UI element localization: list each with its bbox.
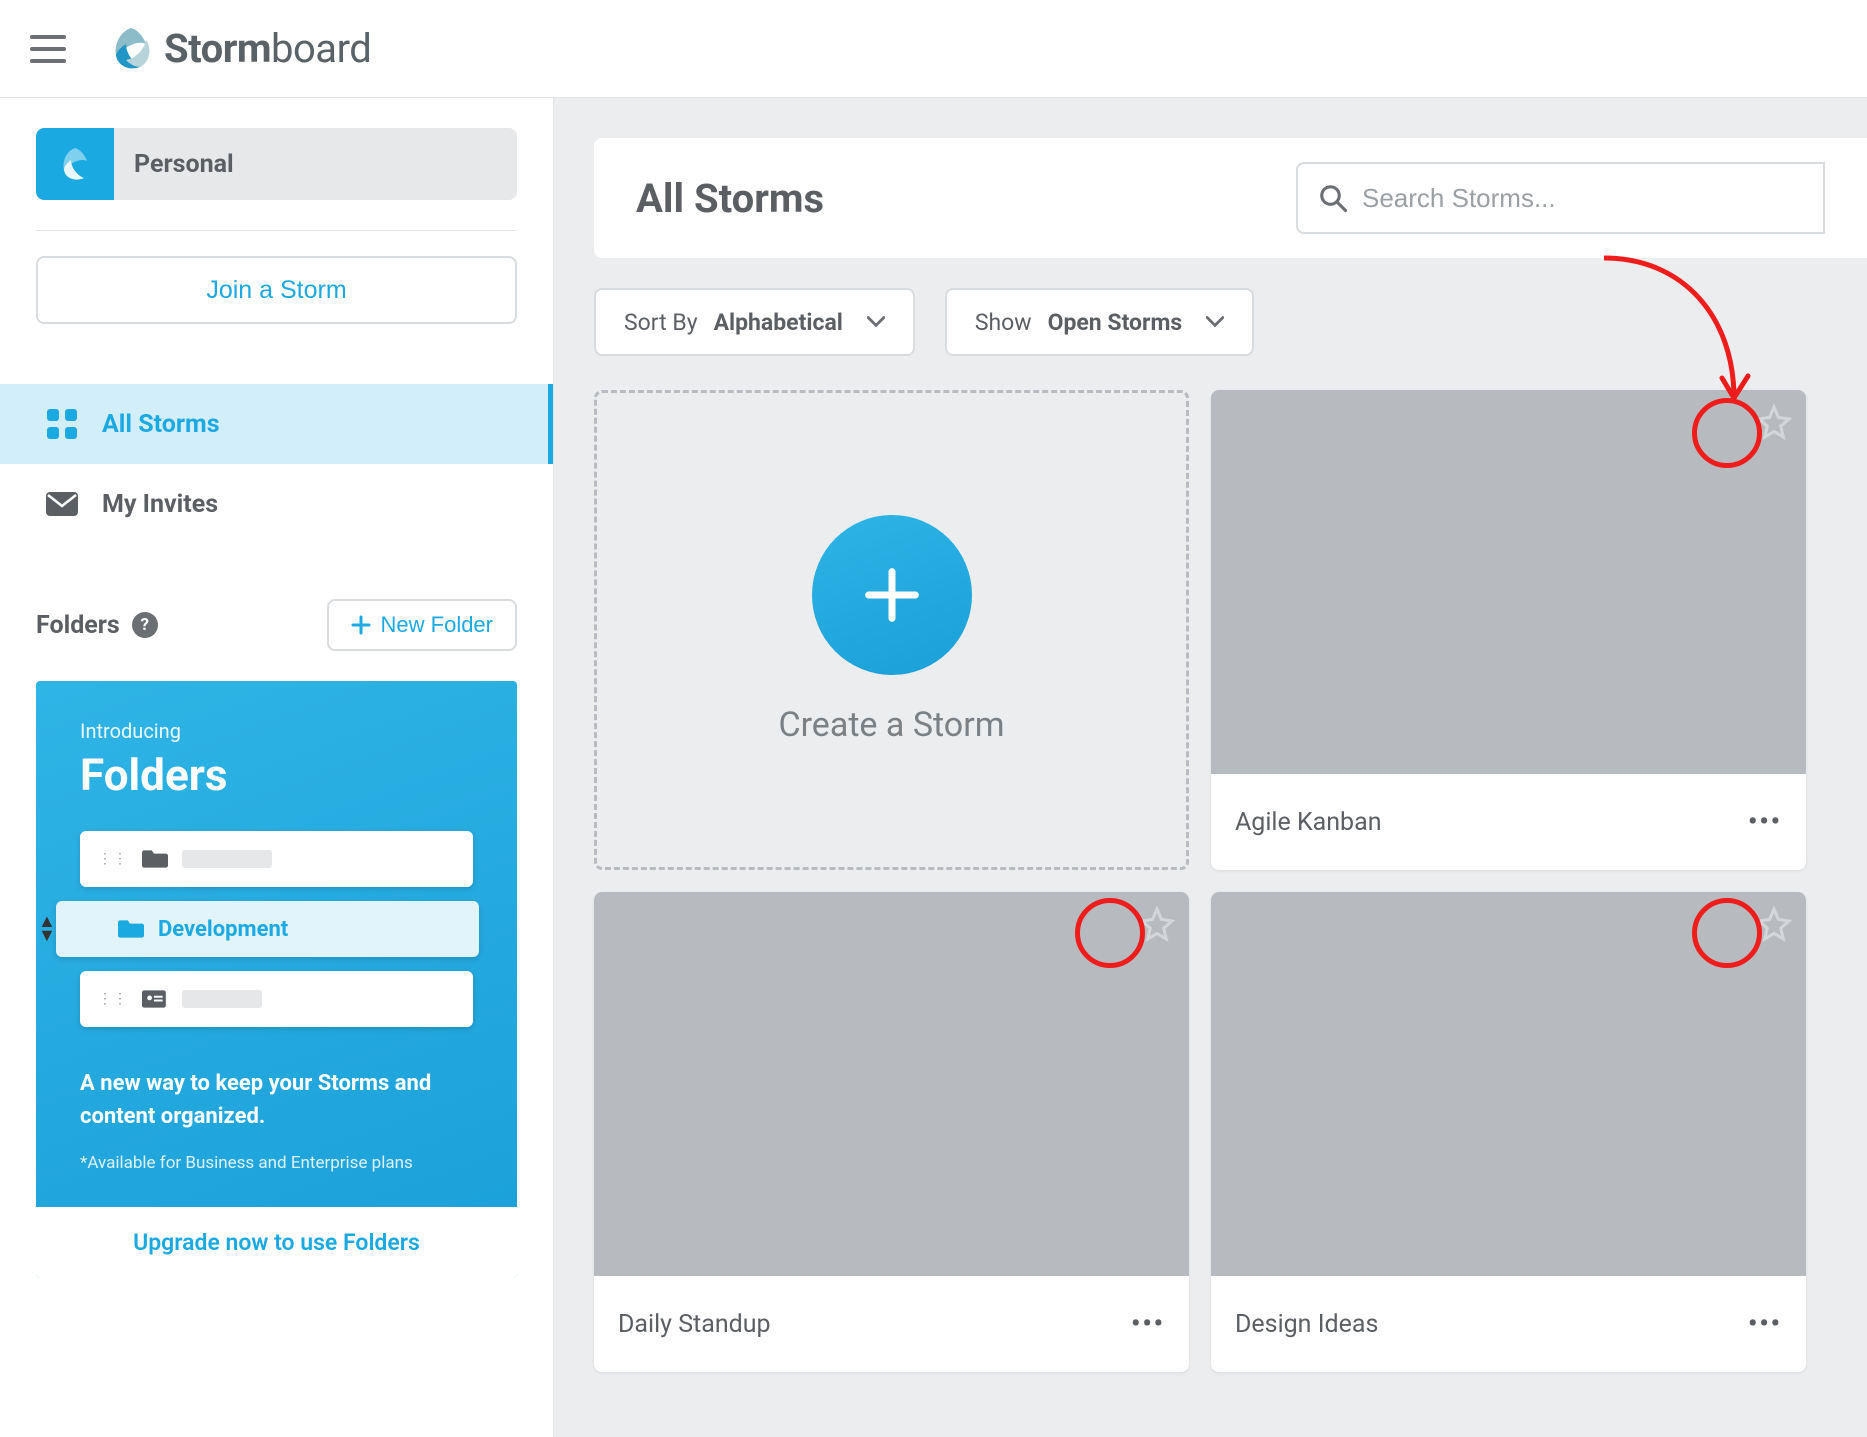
- help-icon[interactable]: ?: [132, 612, 158, 638]
- join-storm-button[interactable]: Join a Storm: [36, 256, 517, 324]
- promo-folder-illustration: ⋮⋮ ▲▼ ⋮⋮ Development ⋮⋮: [80, 831, 473, 1027]
- search-field-wrap[interactable]: [1296, 162, 1825, 234]
- create-storm-card[interactable]: Create a Storm: [594, 390, 1189, 870]
- logo-mark-icon: [106, 24, 156, 74]
- new-folder-button[interactable]: New Folder: [327, 599, 517, 651]
- promo-dev-label: Development: [158, 917, 288, 942]
- logo-text: Stormboard: [164, 25, 371, 72]
- storm-title: Agile Kanban: [1235, 808, 1382, 837]
- storm-card[interactable]: Agile Kanban •••: [1211, 390, 1806, 870]
- storm-preview: [1211, 892, 1806, 1276]
- storm-title: Design Ideas: [1235, 1310, 1378, 1339]
- folders-promo-card: Introducing Folders ⋮⋮ ▲▼ ⋮⋮ Development: [36, 681, 517, 1278]
- storm-title: Daily Standup: [618, 1310, 771, 1339]
- favorite-star-icon[interactable]: [1756, 404, 1792, 440]
- more-menu-icon[interactable]: •••: [1748, 1309, 1782, 1339]
- envelope-icon: [46, 488, 78, 520]
- new-folder-label: New Folder: [381, 612, 493, 638]
- storm-preview: [594, 892, 1189, 1276]
- search-input[interactable]: [1362, 183, 1803, 214]
- promo-description: A new way to keep your Storms and conten…: [80, 1067, 473, 1133]
- promo-note: *Available for Business and Enterprise p…: [80, 1153, 473, 1173]
- sort-value: Alphabetical: [714, 309, 843, 336]
- folders-heading: Folders ?: [36, 611, 158, 640]
- more-menu-icon[interactable]: •••: [1748, 807, 1782, 837]
- menu-hamburger-icon[interactable]: [30, 35, 66, 63]
- title-bar: All Storms: [594, 138, 1867, 258]
- storm-preview: [1211, 390, 1806, 774]
- plus-circle-icon: [812, 515, 972, 675]
- sort-label: Sort By: [624, 309, 698, 336]
- favorite-star-icon[interactable]: [1139, 906, 1175, 942]
- sidebar-divider: [36, 230, 517, 231]
- promo-title: Folders: [80, 749, 473, 801]
- main-content: All Storms Sort By Alphabetical Show Ope…: [554, 98, 1867, 1437]
- show-dropdown[interactable]: Show Open Storms: [945, 288, 1254, 356]
- show-value: Open Storms: [1048, 309, 1183, 336]
- storm-card[interactable]: Design Ideas •••: [1211, 892, 1806, 1372]
- chevron-down-icon: [1206, 316, 1224, 328]
- search-icon: [1318, 183, 1348, 213]
- nav-my-invites[interactable]: My Invites: [0, 464, 553, 544]
- logo-text-bold: Storm: [164, 25, 271, 72]
- page-title: All Storms: [636, 175, 1256, 222]
- nav-all-storms[interactable]: All Storms: [0, 384, 553, 464]
- promo-subtitle: Introducing: [80, 719, 473, 743]
- workspace-icon: [36, 128, 114, 200]
- promo-upgrade-link[interactable]: Upgrade now to use Folders: [36, 1207, 517, 1278]
- storm-card[interactable]: Daily Standup •••: [594, 892, 1189, 1372]
- more-menu-icon[interactable]: •••: [1131, 1309, 1165, 1339]
- logo-text-rest: board: [271, 25, 371, 72]
- workspace-label: Personal: [114, 150, 234, 179]
- nav-my-invites-label: My Invites: [102, 490, 218, 519]
- sort-dropdown[interactable]: Sort By Alphabetical: [594, 288, 915, 356]
- show-label: Show: [975, 309, 1032, 336]
- nav-all-storms-label: All Storms: [102, 410, 220, 439]
- create-storm-label: Create a Storm: [778, 705, 1004, 745]
- app-logo[interactable]: Stormboard: [106, 24, 371, 74]
- chevron-down-icon: [867, 316, 885, 328]
- app-header: Stormboard: [0, 0, 1867, 98]
- favorite-star-icon[interactable]: [1756, 906, 1792, 942]
- plus-icon: [351, 615, 371, 635]
- grid-icon: [46, 408, 78, 440]
- sidebar: Personal Join a Storm All Storms: [0, 98, 554, 1437]
- move-arrows-icon: ▲▼: [38, 916, 56, 942]
- workspace-selector[interactable]: Personal: [36, 128, 517, 200]
